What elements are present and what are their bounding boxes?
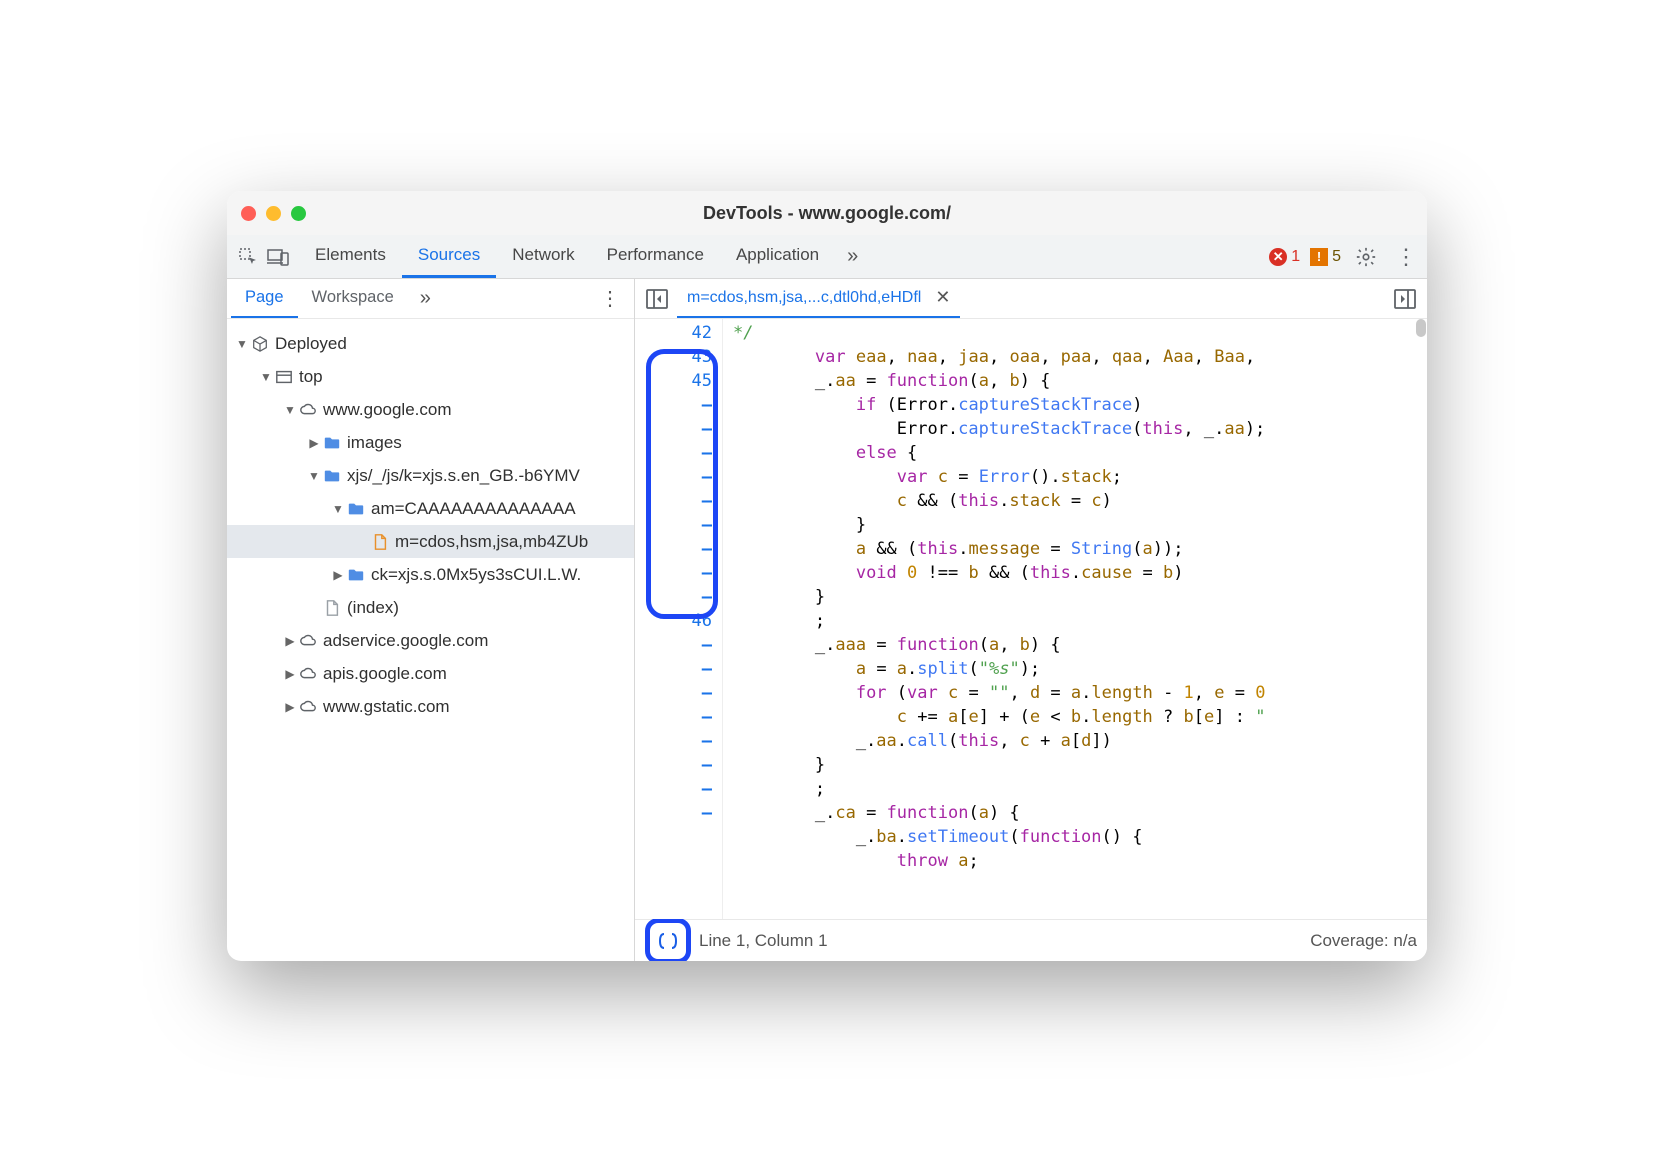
inspect-element-icon[interactable]: [233, 242, 263, 272]
editor-statusbar: Line 1, Column 1 Coverage: n/a: [635, 919, 1427, 961]
page-tab[interactable]: Page: [231, 279, 298, 318]
tab-sources[interactable]: Sources: [402, 235, 496, 278]
tree-domain-gstatic[interactable]: ▶www.gstatic.com: [227, 690, 634, 723]
tab-network[interactable]: Network: [496, 235, 590, 278]
show-debugger-button[interactable]: [1389, 283, 1421, 315]
tree-folder-ck[interactable]: ▶ck=xjs.s.0Mx5ys3sCUI.L.W.: [227, 558, 634, 591]
file-tab[interactable]: m=cdos,hsm,jsa,...c,dtl0hd,eHDfl ✕: [677, 279, 960, 318]
warning-badge[interactable]: !5: [1310, 248, 1341, 266]
more-tabs-button[interactable]: »: [839, 245, 866, 268]
scrollbar-thumb[interactable]: [1416, 319, 1426, 337]
code-editor[interactable]: 424345–––––––––46–––––––– */ var eaa, na…: [635, 319, 1427, 919]
tree-folder-images[interactable]: ▶images: [227, 426, 634, 459]
tree-domain-apis[interactable]: ▶apis.google.com: [227, 657, 634, 690]
tree-domain-adservice[interactable]: ▶adservice.google.com: [227, 624, 634, 657]
error-badge[interactable]: ✕1: [1269, 248, 1300, 266]
cursor-position: Line 1, Column 1: [699, 931, 828, 951]
window-title: DevTools - www.google.com/: [227, 203, 1427, 224]
warning-icon: !: [1310, 248, 1328, 266]
tree-deployed[interactable]: ▼Deployed: [227, 327, 634, 360]
maximize-window-button[interactable]: [291, 206, 306, 221]
tree-folder-xjs[interactable]: ▼xjs/_/js/k=xjs.s.en_GB.-b6YMV: [227, 459, 634, 492]
window-titlebar: DevTools - www.google.com/: [227, 191, 1427, 235]
tree-file-index[interactable]: (index): [227, 591, 634, 624]
navigator-menu-icon[interactable]: ⋮: [590, 286, 630, 311]
tab-elements[interactable]: Elements: [299, 235, 402, 278]
close-window-button[interactable]: [241, 206, 256, 221]
navigator-more-button[interactable]: »: [412, 287, 439, 310]
highlight-pretty-print: [645, 918, 691, 962]
tree-top[interactable]: ▼top: [227, 360, 634, 393]
file-tab-label: m=cdos,hsm,jsa,...c,dtl0hd,eHDfl: [687, 289, 921, 307]
tree-domain-google[interactable]: ▼www.google.com: [227, 393, 634, 426]
tree-folder-am[interactable]: ▼am=CAAAAAAAAAAAAAA: [227, 492, 634, 525]
settings-icon[interactable]: [1351, 242, 1381, 272]
tree-file-selected[interactable]: m=cdos,hsm,jsa,mb4ZUb: [227, 525, 634, 558]
close-tab-icon[interactable]: ✕: [935, 287, 950, 308]
workspace-tab[interactable]: Workspace: [298, 279, 408, 318]
minimize-window-button[interactable]: [266, 206, 281, 221]
line-gutter[interactable]: 424345–––––––––46––––––––: [635, 319, 723, 919]
more-options-icon[interactable]: ⋮: [1391, 242, 1421, 272]
tab-application[interactable]: Application: [720, 235, 835, 278]
error-icon: ✕: [1269, 248, 1287, 266]
main-toolbar: ElementsSourcesNetworkPerformanceApplica…: [227, 235, 1427, 279]
code-content[interactable]: */ var eaa, naa, jaa, oaa, paa, qaa, Aaa…: [723, 319, 1427, 919]
show-navigator-button[interactable]: [641, 283, 673, 315]
tab-performance[interactable]: Performance: [591, 235, 720, 278]
pretty-print-button[interactable]: [650, 923, 686, 959]
coverage-status: Coverage: n/a: [1310, 931, 1417, 951]
device-toolbar-icon[interactable]: [263, 242, 293, 272]
